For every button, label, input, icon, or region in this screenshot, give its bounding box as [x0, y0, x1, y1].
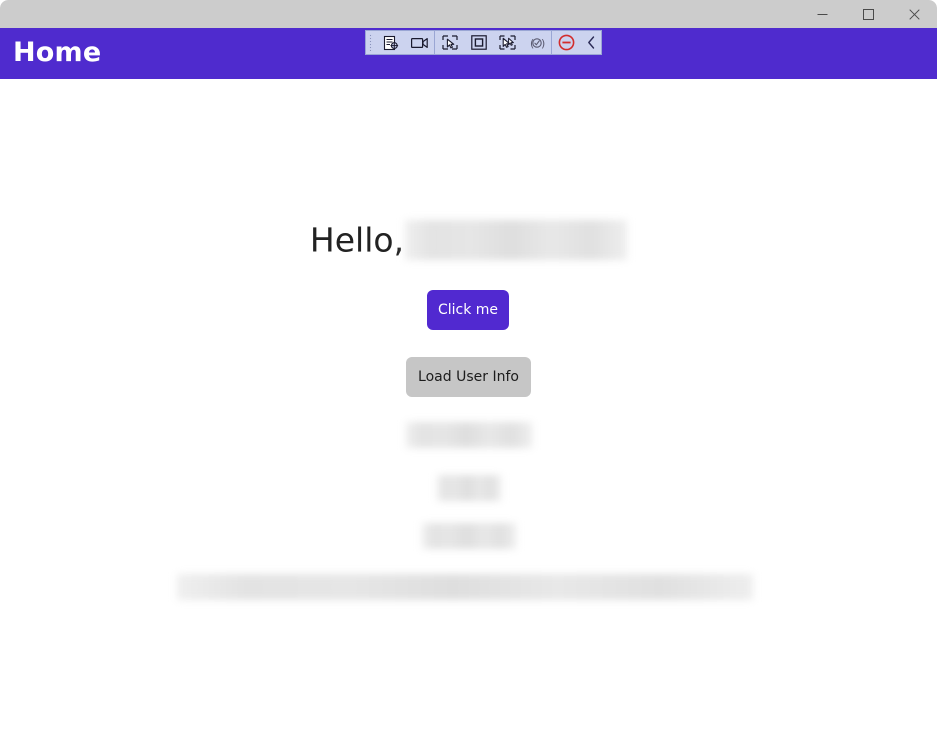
user-info-line-3-redacted [422, 523, 516, 549]
document-target-icon [383, 35, 398, 50]
user-info-line-4-redacted [177, 574, 753, 600]
page-title: Home [13, 37, 102, 68]
stop-circle-icon [558, 34, 575, 51]
video-camera-icon [411, 37, 428, 48]
user-info-line-1-redacted [406, 422, 532, 448]
maximize-button[interactable] [845, 0, 891, 28]
select-multiple-button[interactable] [493, 31, 522, 54]
automation-toolbar: ( ) [365, 30, 602, 55]
square-region-icon [470, 35, 487, 50]
main-content: Hello, Click me Load User Info [0, 79, 937, 740]
svg-text:(: ( [530, 37, 534, 50]
chevron-left-icon [587, 36, 594, 49]
collapse-toolbar-button[interactable] [581, 31, 601, 54]
click-me-button[interactable]: Click me [427, 290, 509, 330]
toolbar-drag-handle[interactable] [366, 31, 376, 54]
validate-button[interactable]: ( ) [522, 31, 551, 54]
app-window: Home () Hello, Click me Load User Info [0, 0, 937, 740]
greeting-name-redacted [405, 220, 628, 260]
greeting-row: Hello, [0, 220, 937, 260]
cursor-select-icon [441, 35, 458, 50]
minimize-icon [817, 13, 827, 15]
close-button[interactable] [891, 0, 937, 28]
window-controls [799, 0, 937, 28]
title-bar [0, 0, 937, 28]
greeting-text: Hello, [309, 220, 405, 260]
user-info-line-2-redacted [437, 475, 501, 501]
maximize-icon [862, 8, 874, 20]
select-pointer-button[interactable] [435, 31, 464, 54]
load-user-info-button[interactable]: Load User Info [406, 357, 531, 397]
svg-text:): ) [541, 37, 545, 50]
close-icon [908, 8, 920, 20]
record-video-button[interactable] [405, 31, 434, 54]
select-region-button[interactable] [464, 31, 493, 54]
stop-recording-button[interactable] [552, 31, 581, 54]
checkmark-circle-icon: ( ) [530, 37, 545, 50]
minimize-button[interactable] [799, 0, 845, 28]
inspect-element-button[interactable] [376, 31, 405, 54]
grip-dots-icon [369, 34, 373, 51]
cursor-multi-select-icon [499, 35, 516, 50]
